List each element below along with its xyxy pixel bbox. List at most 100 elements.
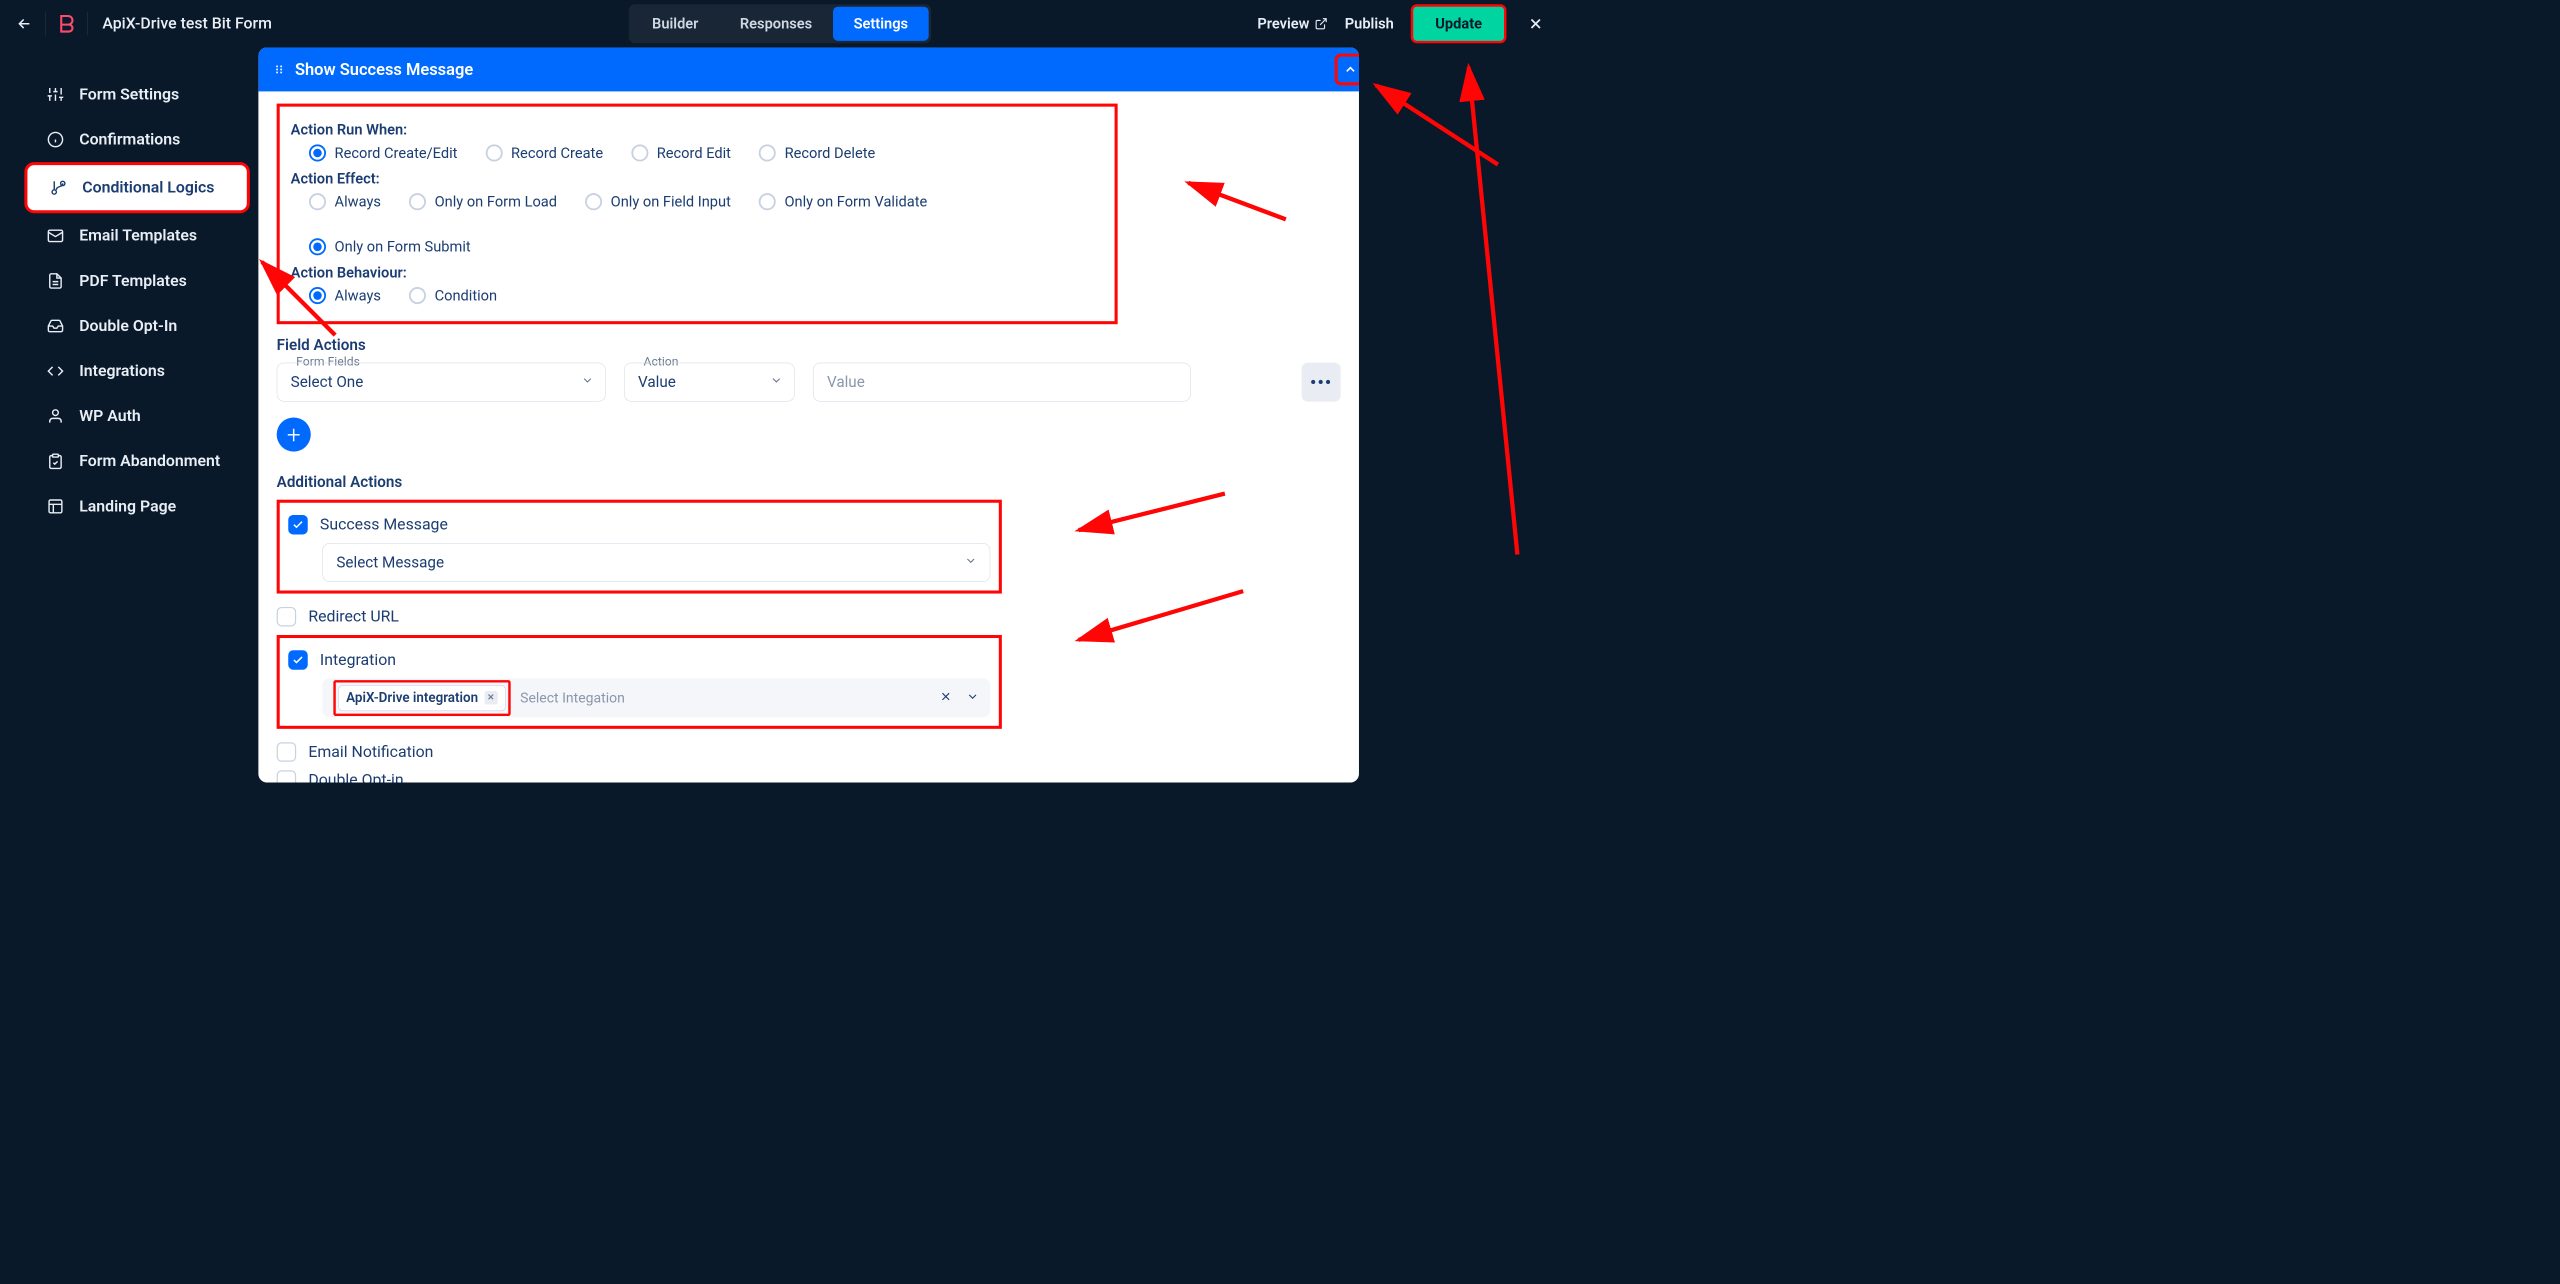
- email-notification-label: Email Notification: [308, 743, 433, 761]
- sidebar-item-label: Form Settings: [79, 85, 179, 103]
- publish-button[interactable]: Publish: [1345, 15, 1394, 32]
- effect-label: Action Effect:: [291, 170, 1104, 187]
- clear-integration-button[interactable]: [939, 690, 952, 706]
- collapse-panel-button[interactable]: [1335, 54, 1359, 86]
- preview-label: Preview: [1257, 15, 1309, 32]
- topbar: ApiX-Drive test Bit Form Builder Respons…: [0, 0, 1560, 48]
- layout-icon: [46, 497, 64, 515]
- double-opt-in-label: Double Opt-in: [308, 771, 403, 783]
- radio-record-delete[interactable]: Record Delete: [759, 144, 875, 161]
- content-panel: Show Success Message Action Run When: Re…: [258, 48, 1359, 783]
- main-tabs: Builder Responses Settings: [629, 4, 931, 43]
- chevron-down-icon: [770, 373, 783, 391]
- radio-effect-form-submit[interactable]: Only on Form Submit: [309, 238, 471, 255]
- sliders-icon: [46, 85, 64, 103]
- sidebar-item-integrations[interactable]: Integrations: [0, 349, 258, 394]
- success-message-group: Success Message Select Message: [277, 500, 1002, 594]
- chevron-down-icon: [964, 554, 977, 572]
- arrow-left-icon: [16, 15, 33, 32]
- radio-effect-always[interactable]: Always: [309, 193, 381, 210]
- panel-header: Show Success Message: [258, 48, 1359, 92]
- integration-chip: ApiX-Drive integration ✕: [338, 685, 505, 711]
- sidebar-item-double-opt-in[interactable]: Double Opt-In: [0, 303, 258, 348]
- close-icon: [1527, 15, 1544, 32]
- remove-chip-button[interactable]: ✕: [484, 691, 497, 704]
- chevron-down-icon[interactable]: [966, 690, 979, 706]
- sidebar-item-label: WP Auth: [79, 407, 141, 425]
- action-config-group: Action Run When: Record Create/Edit Reco…: [277, 104, 1118, 325]
- field-actions-row: Form Fields Select One Action Value Valu…: [277, 363, 1341, 402]
- behaviour-label: Action Behaviour:: [291, 264, 1104, 281]
- email-notification-checkbox[interactable]: [277, 742, 297, 762]
- integration-group: Integration ApiX-Drive integration ✕ Sel…: [277, 635, 1002, 729]
- tab-builder[interactable]: Builder: [631, 7, 719, 41]
- inbox-icon: [46, 317, 64, 335]
- sidebar-item-label: PDF Templates: [79, 272, 187, 290]
- close-button[interactable]: [1523, 12, 1547, 36]
- sidebar-item-label: Integrations: [79, 362, 165, 380]
- chevron-down-icon: [581, 373, 594, 391]
- branch-icon: [49, 179, 67, 197]
- integration-checkbox[interactable]: [288, 650, 308, 670]
- radio-record-create[interactable]: Record Create: [485, 144, 603, 161]
- more-actions-button[interactable]: •••: [1302, 363, 1341, 402]
- sidebar-item-label: Confirmations: [79, 130, 180, 148]
- annotation-arrow: [1073, 585, 1250, 652]
- sidebar: Form Settings Confirmations Conditional …: [0, 48, 258, 783]
- publish-label: Publish: [1345, 15, 1394, 32]
- radio-effect-form-load[interactable]: Only on Form Load: [409, 193, 557, 210]
- tab-responses[interactable]: Responses: [719, 7, 833, 41]
- tab-settings[interactable]: Settings: [833, 7, 929, 41]
- annotation-arrow: [1456, 61, 1529, 561]
- success-message-label: Success Message: [320, 516, 448, 534]
- code-icon: [46, 362, 64, 380]
- sidebar-item-email-templates[interactable]: Email Templates: [0, 213, 258, 258]
- sidebar-item-label: Landing Page: [79, 497, 176, 515]
- chevron-up-icon: [1343, 62, 1358, 77]
- page-title: ApiX-Drive test Bit Form: [102, 15, 272, 33]
- back-button[interactable]: [12, 12, 36, 36]
- integration-placeholder: Select Integation: [520, 690, 625, 706]
- action-select[interactable]: Value: [624, 363, 795, 402]
- radio-effect-form-validate[interactable]: Only on Form Validate: [759, 193, 927, 210]
- redirect-url-label: Redirect URL: [308, 608, 399, 626]
- file-icon: [46, 272, 64, 290]
- sidebar-item-confirmations[interactable]: Confirmations: [0, 117, 258, 162]
- clipboard-icon: [46, 452, 64, 470]
- panel-title: Show Success Message: [295, 60, 473, 80]
- sidebar-item-pdf-templates[interactable]: PDF Templates: [0, 258, 258, 303]
- sidebar-item-label: Email Templates: [79, 227, 197, 245]
- integration-multiselect[interactable]: ApiX-Drive integration ✕ Select Integati…: [322, 678, 990, 717]
- app-logo: [54, 12, 78, 36]
- preview-button[interactable]: Preview: [1257, 15, 1327, 32]
- sidebar-item-wp-auth[interactable]: WP Auth: [0, 394, 258, 439]
- user-icon: [46, 407, 64, 425]
- radio-effect-field-input[interactable]: Only on Field Input: [585, 193, 731, 210]
- form-fields-select[interactable]: Select One: [277, 363, 606, 402]
- radio-record-edit[interactable]: Record Edit: [631, 144, 731, 161]
- sidebar-item-label: Form Abandonment: [79, 452, 220, 470]
- update-label: Update: [1435, 15, 1482, 32]
- integration-label: Integration: [320, 651, 396, 669]
- sidebar-item-form-settings[interactable]: Form Settings: [0, 72, 258, 117]
- annotation-arrow: [1073, 488, 1231, 543]
- sidebar-item-conditional-logics[interactable]: Conditional Logics: [24, 162, 249, 213]
- sidebar-item-label: Double Opt-In: [79, 317, 177, 335]
- run-when-label: Action Run When:: [291, 121, 1104, 138]
- success-message-select[interactable]: Select Message: [322, 543, 990, 582]
- add-field-action-button[interactable]: +: [277, 417, 311, 451]
- drag-handle-icon[interactable]: [273, 63, 285, 75]
- radio-record-create-edit[interactable]: Record Create/Edit: [309, 144, 457, 161]
- sidebar-item-label: Conditional Logics: [82, 179, 214, 197]
- value-input[interactable]: Value: [813, 363, 1191, 402]
- update-button[interactable]: Update: [1411, 4, 1507, 43]
- success-message-checkbox[interactable]: [288, 515, 308, 535]
- sidebar-item-form-abandonment[interactable]: Form Abandonment: [0, 439, 258, 484]
- annotation-arrow: [1182, 177, 1292, 226]
- radio-behaviour-condition[interactable]: Condition: [409, 287, 497, 304]
- redirect-url-checkbox[interactable]: [277, 607, 297, 627]
- info-icon: [46, 130, 64, 148]
- double-opt-in-checkbox[interactable]: [277, 770, 297, 782]
- sidebar-item-landing-page[interactable]: Landing Page: [0, 484, 258, 529]
- external-link-icon: [1314, 17, 1327, 30]
